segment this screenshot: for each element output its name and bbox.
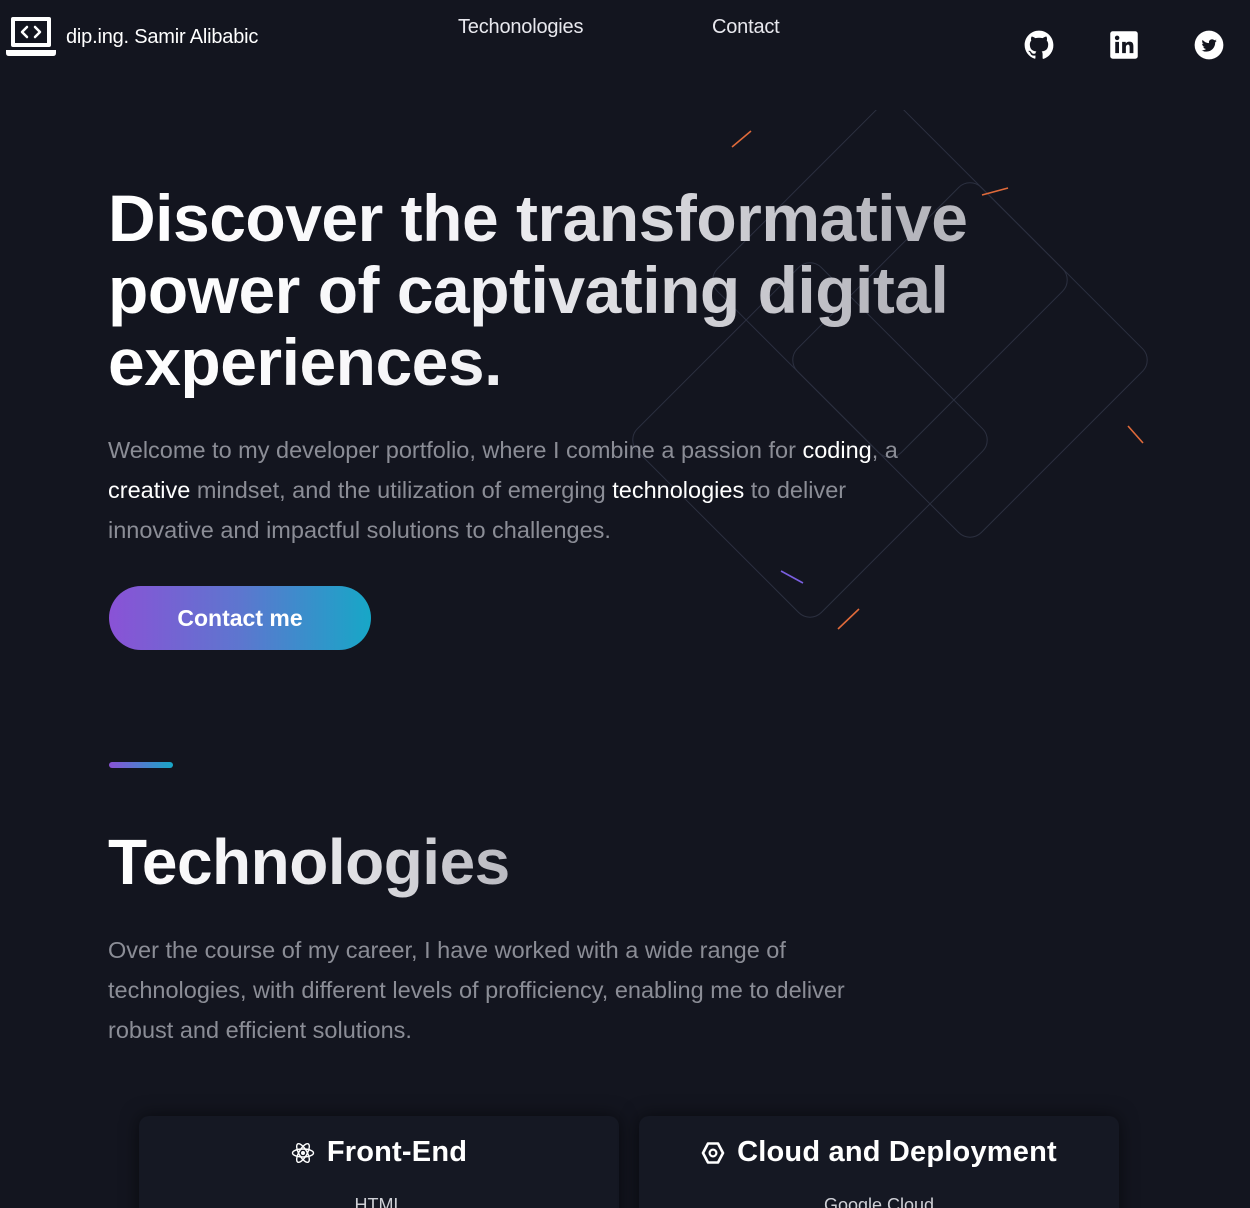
card-title: Cloud and Deployment bbox=[737, 1136, 1057, 1168]
nav-link-contact[interactable]: Contact bbox=[712, 16, 780, 39]
twitter-icon bbox=[1194, 30, 1224, 60]
highlight-creative: creative bbox=[108, 477, 191, 503]
page: dip.ing. Samir Alibabic Techonologies Co… bbox=[0, 0, 1250, 1208]
highlight-technologies: technologies bbox=[612, 477, 745, 503]
hero-text-segment: , a bbox=[871, 437, 898, 463]
tech-item: HTML bbox=[354, 1195, 404, 1208]
contact-me-button[interactable]: Contact me bbox=[109, 586, 371, 650]
brand[interactable]: dip.ing. Samir Alibabic bbox=[6, 16, 258, 58]
section-divider bbox=[109, 762, 173, 768]
github-link[interactable] bbox=[1024, 30, 1054, 60]
linkedin-icon bbox=[1110, 31, 1138, 59]
card-title: Front-End bbox=[326, 1136, 468, 1168]
react-atom-icon bbox=[291, 1142, 315, 1163]
twitter-link[interactable] bbox=[1194, 30, 1224, 60]
github-icon bbox=[1024, 30, 1054, 59]
technologies-description: Over the course of my career, I have wor… bbox=[108, 937, 845, 1043]
brand-name: dip.ing. Samir Alibabic bbox=[66, 25, 259, 48]
hero-title: Discover the transformative power of cap… bbox=[108, 182, 1028, 398]
nav-link-technologies[interactable]: Techonologies bbox=[458, 16, 583, 39]
hero-description: Welcome to my developer portfolio, where… bbox=[108, 430, 918, 550]
technologies-title: Technologies bbox=[108, 826, 510, 898]
card-cloud-deployment: Cloud and Deployment Google Cloud bbox=[639, 1116, 1119, 1208]
hero-text-segment: mindset, and the utilization of emerging bbox=[190, 477, 613, 503]
linkedin-link[interactable] bbox=[1109, 30, 1139, 60]
card-header: Front-End bbox=[139, 1136, 619, 1169]
laptop-code-icon bbox=[6, 17, 56, 56]
tech-item: Google Cloud bbox=[823, 1195, 935, 1208]
hexagon-cloud-icon bbox=[701, 1141, 725, 1164]
highlight-coding: coding bbox=[802, 437, 872, 463]
card-front-end: Front-End HTML bbox=[139, 1116, 619, 1208]
hero-text-segment: Welcome to my developer portfolio, where… bbox=[108, 437, 803, 463]
card-header: Cloud and Deployment bbox=[639, 1136, 1119, 1169]
